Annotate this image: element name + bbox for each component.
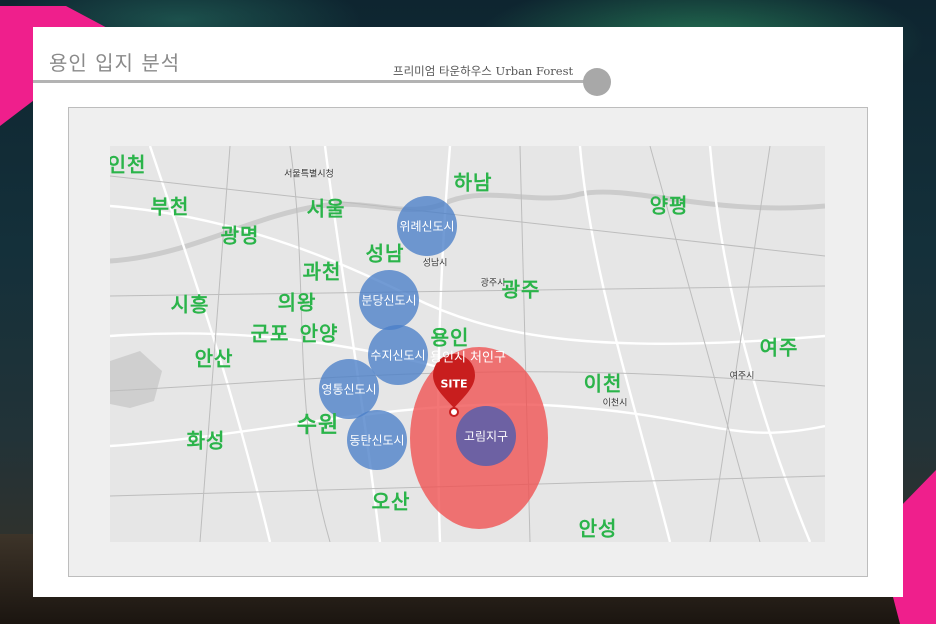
region-uiwang: 의왕: [277, 290, 317, 315]
site-area-label: 용인시 처인구: [430, 350, 506, 366]
yeoju-city-label: 여주시: [729, 371, 755, 382]
region-incheon: 인천: [110, 152, 147, 177]
region-suwon: 수원: [296, 413, 340, 438]
location-map: 서울특별시청 광주시 이천시 여주시 성남시 인천 부천 광명 서울 하남 양평…: [110, 146, 825, 542]
seongnam-city-label: 성남시: [422, 258, 448, 269]
region-hanam: 하남: [453, 170, 493, 195]
region-gwangju: 광주: [501, 277, 541, 302]
region-hwaseong: 화성: [186, 428, 226, 453]
region-yeoju: 여주: [759, 335, 799, 360]
region-gwacheon: 과천: [302, 259, 342, 284]
suji-label: 수지신도시: [370, 348, 426, 363]
region-gwangmyeong: 광명: [220, 223, 260, 248]
region-yangpyeong: 양평: [649, 193, 689, 218]
region-ansan: 안산: [194, 346, 234, 371]
dongtan-label: 동탄신도시: [349, 433, 405, 448]
seoul-city-hall-label: 서울특별시청: [284, 169, 334, 180]
region-icheon: 이천: [583, 371, 623, 396]
region-bucheon: 부천: [150, 194, 190, 219]
region-seongnam: 성남: [365, 241, 405, 266]
title-divider-dot: [583, 68, 611, 96]
region-anyang: 안양: [299, 321, 339, 346]
yeongtong-label: 영통신도시: [321, 382, 377, 397]
site-marker-label: SITE: [440, 377, 468, 391]
wirye-label: 위례신도시: [399, 219, 455, 234]
site-marker-point: [449, 407, 459, 417]
page-title: 용인 입지 분석: [49, 51, 181, 75]
region-seoul: 서울: [306, 196, 346, 221]
page-subtitle: 프리미엄 타운하우스 Urban Forest: [393, 64, 574, 78]
gorim-label: 고림지구: [463, 429, 509, 444]
region-osan: 오산: [371, 489, 411, 514]
title-divider: [33, 80, 598, 83]
icheon-city-label: 이천시: [602, 398, 628, 409]
bundang-label: 분당신도시: [361, 293, 417, 308]
region-gunpo: 군포: [250, 321, 290, 346]
region-siheung: 시흥: [170, 292, 210, 317]
region-anseong: 안성: [578, 516, 618, 541]
